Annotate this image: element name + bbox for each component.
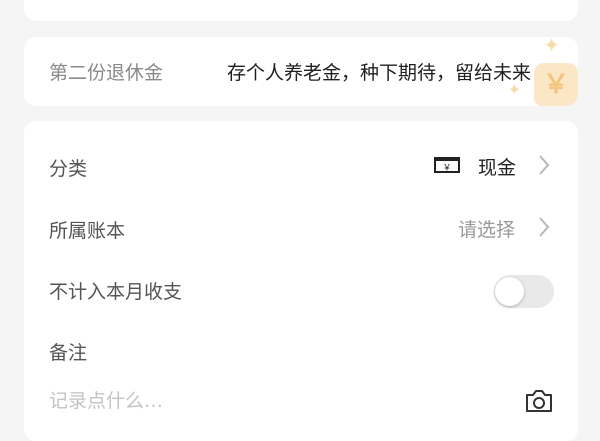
category-value: 现金 [478, 157, 517, 179]
previous-card [24, 0, 578, 21]
exclude-label: 不计入本月收支 [49, 281, 183, 303]
note-label: 备注 [49, 342, 88, 364]
sparkle-icon: ✦ [543, 37, 560, 57]
note-input[interactable] [49, 386, 489, 416]
toggle-knob [495, 277, 524, 306]
ledger-value: 请选择 [458, 219, 516, 241]
svg-text:￥: ￥ [442, 164, 451, 174]
ledger-label: 所属账本 [49, 220, 126, 242]
sparkle-icon: ✦ [507, 80, 521, 99]
promo-text: 存个人养老金，种下期待，留给未来 [227, 62, 532, 84]
exclude-toggle[interactable] [494, 275, 554, 308]
promo-label: 第二份退休金 [49, 62, 164, 84]
cash-icon: ￥ [434, 157, 460, 174]
chevron-right-icon [539, 217, 550, 237]
camera-icon[interactable] [524, 388, 554, 414]
chevron-right-icon [539, 155, 550, 175]
coin-icon: ￥ [534, 63, 578, 106]
category-label: 分类 [49, 158, 88, 180]
record-form: 分类 ￥ 现金 所属账本 请选择 不计入本月收支 备注 [24, 121, 578, 441]
promo-banner[interactable]: 第二份退休金 存个人养老金，种下期待，留给未来 ✦ ✦ ￥ [24, 37, 578, 106]
